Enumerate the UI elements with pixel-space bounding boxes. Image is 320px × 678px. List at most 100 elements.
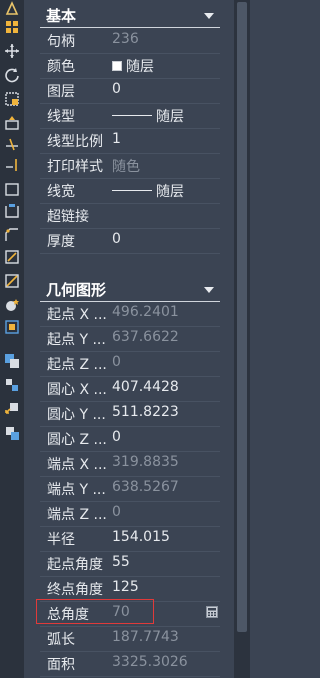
prop-row-area: 面积 3325.3026 [40,651,220,677]
prop-label: 厚度 [47,234,75,250]
rotate-icon[interactable] [3,66,21,84]
prop-row-center-z[interactable]: 圆心 Z ... 0 [40,426,220,452]
prop-label: 超链接 [47,209,89,225]
prop-label: 起点 X ... [47,307,107,323]
array-icon[interactable] [3,296,21,314]
chamfer-icon[interactable] [3,226,21,244]
prop-row-radius[interactable]: 半径 154.015 [40,526,220,552]
prop-value: 236 [112,31,139,47]
prop-row-end-angle[interactable]: 终点角度 125 [40,576,220,602]
prop-value-lineweight[interactable]: 随层 [112,181,184,201]
prop-value: 随色 [112,159,140,175]
prop-label: 弧长 [47,632,75,648]
prop-value: 187.7743 [112,629,179,645]
stretch-icon[interactable] [3,114,21,132]
prop-row-start-angle[interactable]: 起点角度 55 [40,551,220,577]
vertical-scrollbar[interactable] [234,0,250,678]
align-icon[interactable] [3,400,21,418]
prop-row-handle: 句柄 236 [40,28,220,54]
prop-label: 起点 Z ... [47,357,107,373]
section-geometry-title: 几何图形 [46,281,107,299]
prop-value[interactable]: 0 [112,429,121,445]
prop-row-start-x: 起点 X ... 496.2401 [40,301,220,327]
prop-label: 端点 Z ... [47,507,107,523]
prop-value: 随层 [156,109,184,125]
prop-value: 70 [112,604,130,620]
prop-label: 图层 [47,84,75,100]
prop-row-start-z: 起点 Z ... 0 [40,351,220,377]
properties-icon[interactable] [3,424,21,442]
prop-row-center-x[interactable]: 圆心 X ... 407.4428 [40,376,220,402]
prop-label: 线宽 [47,184,75,200]
scrollbar-thumb[interactable] [237,2,247,632]
calculator-icon[interactable] [206,606,218,618]
scale-icon[interactable] [3,90,21,108]
copy-icon[interactable] [3,352,21,370]
prop-label: 圆心 Z ... [47,432,107,448]
prop-value: 637.6622 [112,329,179,345]
prop-label: 颜色 [47,59,75,75]
join-icon[interactable] [3,202,21,220]
prop-row-start-y: 起点 Y ... 637.6622 [40,326,220,352]
prop-label: 半径 [47,532,75,548]
prop-row-linetype-scale[interactable]: 线型比例 1 [40,128,220,154]
prop-row-thickness[interactable]: 厚度 0 [40,228,220,254]
prop-label: 起点 Y ... [47,332,106,348]
prop-value[interactable]: 154.015 [112,529,170,545]
prop-value[interactable]: 125 [112,579,139,595]
prop-value: 496.2401 [112,304,179,320]
prop-value[interactable]: 0 [112,231,121,247]
prop-row-lineweight[interactable]: 线宽 随层 [40,178,220,204]
prop-row-arc-length: 弧长 187.7743 [40,626,220,652]
prop-label: 面积 [47,657,75,673]
prop-label: 总角度 [47,607,89,623]
prop-row-end-y: 端点 Y ... 638.5267 [40,476,220,502]
section-basic-header[interactable]: 基本 [40,3,220,28]
linetype-sample-icon [112,114,152,116]
prop-value: 0 [112,354,121,370]
prop-label: 打印样式 [47,159,103,175]
offset-icon[interactable] [3,318,21,336]
prop-value-linetype[interactable]: 随层 [112,106,184,126]
prop-label: 圆心 Y ... [47,407,106,423]
break-icon[interactable] [3,180,21,198]
prop-label: 终点角度 [47,582,103,598]
prop-row-hyperlink[interactable]: 超链接 [40,203,220,229]
mirror-icon[interactable] [3,376,21,394]
collapse-caret-icon[interactable] [204,287,214,293]
extend-icon[interactable] [3,156,21,174]
prop-value[interactable]: 1 [112,131,121,147]
prop-row-total-angle[interactable]: 总角度 70 [40,601,220,627]
prop-row-linetype[interactable]: 线型 随层 [40,103,220,129]
prop-label: 圆心 X ... [47,382,107,398]
grid-icon[interactable] [3,18,21,36]
prop-label: 线型比例 [47,134,103,150]
prop-value-color[interactable]: 随层 [112,56,154,76]
prop-value[interactable]: 511.8223 [112,404,179,420]
prop-row-center-y[interactable]: 圆心 Y ... 511.8223 [40,401,220,427]
prop-row-end-z: 端点 Z ... 0 [40,501,220,527]
prop-value[interactable]: 55 [112,554,130,570]
prop-label: 端点 X ... [47,457,107,473]
collapse-caret-icon[interactable] [204,13,214,19]
prop-label: 句柄 [47,34,75,50]
prop-row-color[interactable]: 颜色 随层 [40,53,220,79]
prop-row-layer[interactable]: 图层 0 [40,78,220,104]
prop-value: 随层 [156,184,184,200]
prop-value: 638.5267 [112,479,179,495]
prop-label: 起点角度 [47,557,103,573]
move-icon[interactable] [3,42,21,60]
prop-row-plot-style: 打印样式 随色 [40,153,220,179]
explode-icon[interactable] [3,272,21,290]
trim-icon[interactable] [3,135,21,153]
color-swatch-icon [112,61,122,71]
prop-value: 0 [112,504,121,520]
prop-value[interactable]: 407.4428 [112,379,179,395]
section-basic-title: 基本 [46,7,77,25]
fillet-icon[interactable] [3,248,21,266]
prop-label: 线型 [47,109,75,125]
prop-value: 319.8835 [112,454,179,470]
prop-value[interactable]: 0 [112,81,121,97]
draw-icon[interactable] [3,0,21,18]
section-geometry-header[interactable]: 几何图形 [40,277,220,302]
